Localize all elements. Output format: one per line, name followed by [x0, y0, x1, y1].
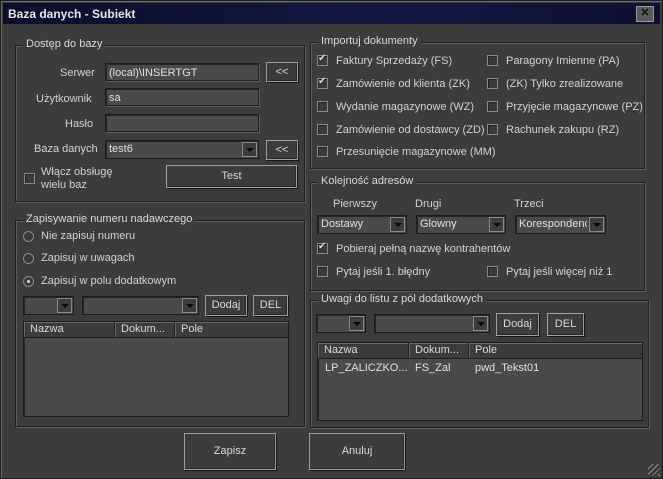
ask-first-invalid-checkbox[interactable] [317, 266, 328, 277]
import-pa-checkbox[interactable] [487, 55, 498, 66]
ask-first-invalid-label: Pytaj jeśli 1. błędny [336, 266, 431, 278]
first-address-select[interactable]: Dostawy [317, 215, 407, 234]
chevron-down-icon[interactable] [182, 298, 197, 313]
notes-group: Uwagi do listu z pól dodatkowych Dodaj D… [310, 293, 649, 428]
server-label: Serwer [60, 67, 95, 79]
import-pa-label: Paragony Imienne (PA) [506, 55, 620, 67]
numbering-legend: Zapisywanie numeru nadawczego [23, 213, 196, 225]
import-wz-label: Wydanie magazynowe (WZ) [336, 101, 475, 113]
third-label: Trzeci [514, 198, 544, 210]
import-zd-label: Zamówienie od dostawcy (ZD) [336, 124, 485, 136]
cancel-button[interactable]: Anuluj [309, 433, 405, 470]
dialog-window: Baza danych - Subiekt ✕ Dostęp do bazy S… [0, 0, 663, 479]
user-input[interactable]: sa [105, 88, 259, 106]
address-group: Kolejność adresów Pierwszy Drugi Trzeci … [310, 175, 645, 291]
import-zk-checkbox[interactable] [317, 76, 328, 89]
user-label: Użytkownik [36, 93, 92, 105]
import-zk-realized-checkbox[interactable] [487, 78, 498, 89]
notes-add-button[interactable]: Dodaj [496, 313, 539, 336]
title-bar: Baza danych - Subiekt ✕ [3, 3, 660, 24]
multi-db-label-2: wielu baz [41, 179, 87, 191]
column-header-doc[interactable]: Dokum... [115, 322, 175, 338]
chevron-down-icon[interactable] [489, 217, 504, 232]
server-pick-button[interactable]: << [266, 62, 298, 82]
import-rz-checkbox[interactable] [487, 124, 498, 135]
db-value: test6 [109, 143, 133, 155]
numbering-list[interactable]: Nazwa Dokum... Pole [23, 321, 289, 417]
radio-notes-label: Zapisuj w uwagach [41, 252, 135, 264]
notes-doc-select[interactable] [316, 314, 366, 333]
numbering-field-select[interactable] [82, 296, 199, 315]
import-mm-checkbox[interactable] [317, 146, 328, 157]
fullname-label: Pobieraj pełną nazwę kontrahentów [336, 243, 511, 255]
db-pick-button[interactable]: << [266, 140, 298, 160]
ask-more-than-one-checkbox[interactable] [487, 266, 498, 277]
column-header-name[interactable]: Nazwa [24, 322, 115, 338]
numbering-doc-select[interactable] [23, 296, 74, 315]
row-name-cell: LP_ZALICZKO... [325, 362, 408, 374]
import-legend: Importuj dokumenty [318, 35, 421, 47]
import-pz-checkbox[interactable] [487, 101, 498, 112]
chevron-down-icon[interactable] [589, 217, 604, 232]
column-header-name[interactable]: Nazwa [318, 343, 409, 359]
import-rz-label: Rachunek zakupu (RZ) [506, 124, 620, 136]
second-address-value: Glowny [420, 218, 457, 230]
third-address-value: Korespondencyjny [519, 218, 587, 230]
fullname-checkbox[interactable] [317, 241, 328, 254]
table-row[interactable]: LP_ZALICZKO... FS_Zal pwd_Tekst01 [318, 360, 642, 376]
column-header-field[interactable]: Pole [469, 343, 642, 359]
chevron-down-icon[interactable] [242, 142, 257, 157]
import-mm-label: Przesunięcie magazynowe (MM) [336, 146, 496, 158]
ask-more-than-one-label: Pytaj jeśli więcej niż 1 [506, 266, 613, 278]
password-input[interactable] [105, 114, 259, 132]
save-button[interactable]: Zapisz [184, 433, 276, 470]
access-group: Dostęp do bazy Serwer (local)\INSERTGT <… [15, 38, 305, 202]
row-field-cell: pwd_Tekst01 [475, 362, 540, 374]
chevron-down-icon[interactable] [390, 217, 405, 232]
multi-db-checkbox[interactable] [24, 173, 35, 184]
import-group: Importuj dokumenty Faktury Sprzedaży (FS… [310, 35, 645, 169]
window-title: Baza danych - Subiekt [8, 7, 136, 21]
column-header-doc[interactable]: Dokum... [409, 343, 469, 359]
second-label: Drugi [415, 198, 442, 210]
notes-del-button[interactable]: DEL [547, 313, 584, 336]
address-legend: Kolejność adresów [318, 175, 417, 187]
numbering-add-button[interactable]: Dodaj [205, 295, 247, 316]
first-label: Pierwszy [333, 198, 378, 210]
row-doc-cell: FS_Zal [415, 362, 451, 374]
resize-grip-icon[interactable] [648, 464, 660, 476]
close-button[interactable]: ✕ [636, 6, 654, 22]
db-select[interactable]: test6 [105, 140, 259, 159]
password-label: Hasło [65, 118, 94, 130]
notes-field-select[interactable] [374, 314, 490, 333]
chevron-down-icon[interactable] [349, 316, 364, 331]
import-wz-checkbox[interactable] [317, 101, 328, 112]
radio-extra-field-label: Zapisuj w polu dodatkowym [41, 275, 177, 287]
import-fs-label: Faktury Sprzedaży (FS) [336, 55, 453, 67]
notes-list[interactable]: Nazwa Dokum... Pole LP_ZALICZKO... FS_Za… [317, 342, 643, 421]
numbering-del-button[interactable]: DEL [253, 295, 288, 316]
test-button[interactable]: Test [166, 165, 297, 188]
radio-no-number-label: Nie zapisuj numeru [41, 230, 136, 242]
third-address-select[interactable]: Korespondencyjny [515, 215, 606, 234]
import-zd-checkbox[interactable] [317, 124, 328, 135]
radio-no-number[interactable] [23, 231, 34, 242]
server-input[interactable]: (local)\INSERTGT [105, 63, 259, 81]
import-pz-label: Przyjęcie magazynowe (PZ) [506, 101, 643, 113]
multi-db-label-1: Włącz obsługę [41, 166, 113, 178]
radio-notes[interactable] [23, 253, 34, 264]
second-address-select[interactable]: Glowny [416, 215, 506, 234]
db-label: Baza danych [34, 143, 98, 155]
access-legend: Dostęp do bazy [23, 38, 106, 50]
notes-legend: Uwagi do listu z pól dodatkowych [318, 293, 487, 305]
import-fs-checkbox[interactable] [317, 53, 328, 66]
numbering-group: Zapisywanie numeru nadawczego Nie zapisu… [15, 213, 305, 427]
first-address-value: Dostawy [321, 218, 364, 230]
column-header-field[interactable]: Pole [175, 322, 288, 338]
import-zk-realized-label: (ZK) Tylko zrealizowane [506, 78, 624, 90]
import-zk-label: Zamówienie od klienta (ZK) [336, 78, 470, 90]
chevron-down-icon[interactable] [57, 298, 72, 313]
chevron-down-icon[interactable] [473, 316, 488, 331]
radio-extra-field[interactable] [23, 276, 34, 287]
